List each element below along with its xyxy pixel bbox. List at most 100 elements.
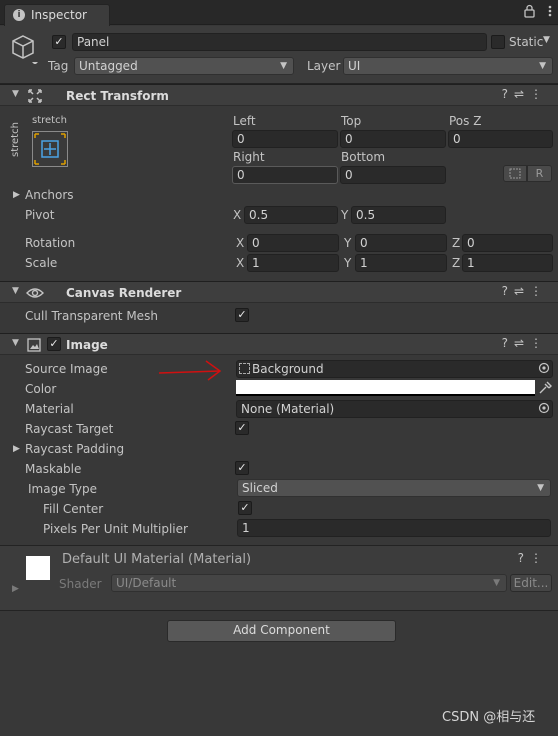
scale-z-field[interactable]: 1 — [462, 254, 553, 272]
source-image-value: Background — [252, 362, 324, 376]
object-picker-icon[interactable] — [538, 402, 550, 414]
tab-label: Inspector — [31, 8, 87, 22]
layer-value: UI — [348, 59, 361, 73]
raycast-target-checkbox[interactable]: ✓ — [235, 421, 249, 435]
anchors-foldout-icon[interactable]: ▶ — [13, 190, 20, 200]
eye-icon — [26, 288, 44, 298]
active-checkbox[interactable]: ✓ — [52, 35, 66, 49]
cull-transparent-mesh-checkbox[interactable]: ✓ — [235, 308, 249, 322]
raycast-padding-label[interactable]: Raycast Padding — [25, 441, 124, 457]
cull-transparent-mesh-label: Cull Transparent Mesh — [25, 309, 158, 323]
preset-icon[interactable]: ⇌ — [514, 336, 530, 350]
pivot-x-field[interactable]: 0.5 — [244, 206, 338, 224]
preset-icon[interactable]: ⇌ — [514, 87, 530, 101]
foldout-arrow-icon[interactable]: ▼ — [12, 89, 19, 99]
fill-center-checkbox[interactable]: ✓ — [238, 501, 252, 515]
watermark-text: CSDN @相与还 — [442, 710, 536, 725]
maskable-label: Maskable — [25, 462, 82, 476]
help-icon[interactable]: ? — [502, 336, 514, 350]
material-title: Default UI Material (Material) — [62, 552, 252, 567]
source-image-field[interactable]: Background — [236, 360, 553, 378]
layer-label: Layer — [307, 59, 341, 73]
image-enabled-checkbox[interactable]: ✓ — [47, 337, 61, 351]
rotation-x-field[interactable]: 0 — [247, 234, 339, 252]
tab-inspector[interactable]: i Inspector — [4, 4, 110, 26]
more-icon[interactable]: ⋮ — [530, 284, 548, 298]
foldout-arrow-icon[interactable]: ▼ — [12, 286, 19, 296]
maskable-checkbox[interactable]: ✓ — [235, 461, 249, 475]
rect-transform-header[interactable]: ▼ Rect Transform ?⇌⋮ — [0, 84, 558, 106]
chevron-down-icon: ▼ — [493, 578, 500, 588]
material-foldout-icon[interactable]: ▶ — [12, 584, 19, 594]
left-field[interactable]: 0 — [232, 130, 338, 148]
preset-icon[interactable]: ⇌ — [514, 284, 530, 298]
raycast-padding-foldout-icon[interactable]: ▶ — [13, 444, 20, 454]
name-field[interactable]: Panel — [72, 33, 487, 51]
scale-y-label: Y — [344, 256, 352, 270]
bottom-field[interactable]: 0 — [340, 166, 446, 184]
scale-x-field[interactable]: 1 — [247, 254, 339, 272]
info-icon: i — [13, 9, 25, 21]
annotation-arrow-icon — [158, 360, 222, 381]
shader-dropdown[interactable]: UI/Default ▼ — [111, 574, 507, 592]
stretch-side-label: stretch — [10, 122, 21, 157]
component-title: Canvas Renderer — [66, 286, 182, 300]
scale-label: Scale — [25, 256, 58, 270]
image-component-icon — [27, 338, 41, 352]
component-title: Rect Transform — [66, 89, 169, 103]
chevron-down-icon: ▼ — [539, 61, 546, 71]
edit-shader-button[interactable]: Edit... — [510, 574, 552, 592]
posz-field[interactable]: 0 — [448, 130, 553, 148]
scale-x-label: X — [236, 256, 245, 270]
lock-icon[interactable] — [504, 4, 540, 18]
object-picker-icon[interactable] — [538, 362, 550, 374]
rotation-y-field[interactable]: 0 — [355, 234, 447, 252]
menu-icon[interactable] — [548, 4, 552, 18]
blueprint-mode-button[interactable] — [503, 165, 527, 182]
eyedropper-icon[interactable] — [538, 381, 552, 395]
raycast-target-label: Raycast Target — [25, 422, 114, 436]
tag-dropdown[interactable]: Untagged ▼ — [74, 57, 294, 75]
material-preview-thumbnail — [26, 556, 50, 580]
add-component-button[interactable]: Add Component — [167, 620, 396, 642]
help-icon[interactable]: ? — [518, 551, 530, 565]
canvas-renderer-header[interactable]: ▼ Canvas Renderer ?⇌⋮ — [0, 281, 558, 303]
top-field[interactable]: 0 — [340, 130, 446, 148]
tag-value: Untagged — [79, 59, 138, 73]
rotation-z-field[interactable]: 0 — [462, 234, 553, 252]
material-field[interactable]: None (Material) — [236, 400, 553, 418]
more-icon[interactable]: ⋮ — [530, 336, 548, 350]
pivot-label: Pivot — [25, 208, 55, 222]
component-tools: ?⇌⋮ — [502, 284, 548, 298]
scale-z-label: Z — [452, 256, 461, 270]
foldout-arrow-icon[interactable]: ▼ — [12, 338, 19, 348]
gameobject-cube-icon[interactable] — [10, 34, 40, 64]
anchor-preset-icon — [34, 133, 66, 165]
pivot-y-field[interactable]: 0.5 — [351, 206, 446, 224]
scale-y-field[interactable]: 1 — [355, 254, 447, 272]
rot-z-label: Z — [452, 236, 461, 250]
pivot-y-label: Y — [341, 208, 349, 222]
source-image-label: Source Image — [25, 362, 108, 376]
component-tools: ?⋮ — [518, 551, 548, 565]
help-icon[interactable]: ? — [502, 284, 514, 298]
pixels-per-unit-field[interactable]: 1 — [237, 519, 551, 537]
rect-transform-icon — [28, 89, 42, 103]
color-swatch[interactable] — [236, 380, 535, 396]
more-icon[interactable]: ⋮ — [530, 551, 548, 565]
image-header[interactable]: ▼ ✓ Image ?⇌⋮ — [0, 333, 558, 355]
right-field[interactable]: 0 — [232, 166, 338, 184]
static-checkbox[interactable]: ✓ — [491, 35, 505, 49]
gameobject-header: ✓ Panel ✓ Static ▼ Tag Untagged ▼ Layer … — [0, 26, 558, 84]
help-icon[interactable]: ? — [502, 87, 514, 101]
anchors-label[interactable]: Anchors — [25, 187, 74, 203]
image-type-dropdown[interactable]: Sliced ▼ — [237, 479, 551, 497]
static-dropdown-arrow[interactable]: ▼ — [543, 35, 550, 45]
more-icon[interactable]: ⋮ — [530, 87, 548, 101]
sprite-icon — [239, 363, 250, 374]
layer-dropdown[interactable]: UI ▼ — [343, 57, 553, 75]
stretch-top-label: stretch — [32, 115, 67, 126]
raw-edit-button[interactable]: R — [527, 165, 552, 182]
window-tab-bar: i Inspector — [0, 0, 558, 26]
anchor-presets-button[interactable] — [32, 131, 68, 167]
